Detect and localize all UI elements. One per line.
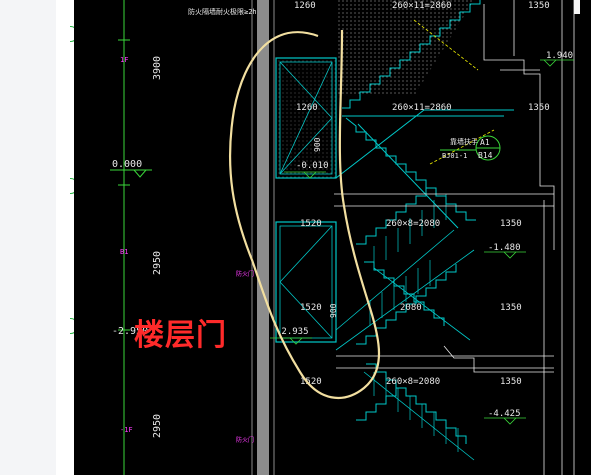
ruler-gutter <box>56 0 74 475</box>
balusters <box>369 194 459 452</box>
dim-text: 2080 <box>400 303 422 313</box>
dim-text: 1350 <box>500 219 522 229</box>
dim-text: 260×8=2080 <box>386 219 440 229</box>
dim-text: 260×11=2860 <box>392 103 452 113</box>
level-label: 1F <box>120 56 128 64</box>
dim-text: 1260 <box>294 1 316 11</box>
left-panel <box>0 0 56 475</box>
dim-text: 1350 <box>500 377 522 387</box>
elevation-text: -1.480 <box>488 243 521 253</box>
dim-text: 1350 <box>500 303 522 313</box>
cad-drawing: 3900 2950 2950 1F -1F B1 0.000 -2.950 防火… <box>110 0 580 475</box>
tag-note: 靠墙扶手 <box>450 137 478 146</box>
dim-text: 1260 <box>296 103 318 113</box>
door-label: 防火门 <box>236 436 254 444</box>
dim-text: 260×8=2080 <box>386 377 440 387</box>
dim-text: 2950 <box>152 414 163 438</box>
door-height: 900 <box>329 303 338 318</box>
door-label: 防火门 <box>236 270 254 278</box>
elevation-text: -4.425 <box>488 409 521 419</box>
dim-text: 2950 <box>152 251 163 275</box>
detail-tag: A1 B14 靠墙扶手 BJ01-1 <box>440 135 501 161</box>
door-frame <box>275 221 337 343</box>
dim-text: 260×11=2860 <box>392 1 452 11</box>
elevation-text: 0.000 <box>112 159 142 170</box>
annotation-label: 楼层门 <box>134 318 227 353</box>
cad-canvas[interactable]: 3900 2950 2950 1F -1F B1 0.000 -2.950 防火… <box>74 0 591 475</box>
tag-id: B14 <box>478 151 493 160</box>
dim-text: 1350 <box>528 1 550 11</box>
dim-text: 1520 <box>300 303 322 313</box>
tag-id: A1 <box>480 138 490 147</box>
level-label: B1 <box>120 248 128 256</box>
dim-text: 3900 <box>152 56 163 80</box>
dim-text: 1.940 <box>546 51 573 61</box>
tag-note: BJ01-1 <box>442 152 467 160</box>
dim-text: 1520 <box>300 219 322 229</box>
level-label: -1F <box>120 426 133 434</box>
dim-text: 1350 <box>528 103 550 113</box>
wall <box>257 0 269 475</box>
note-text: 防火隔墙耐火极限≥2h <box>188 7 257 16</box>
